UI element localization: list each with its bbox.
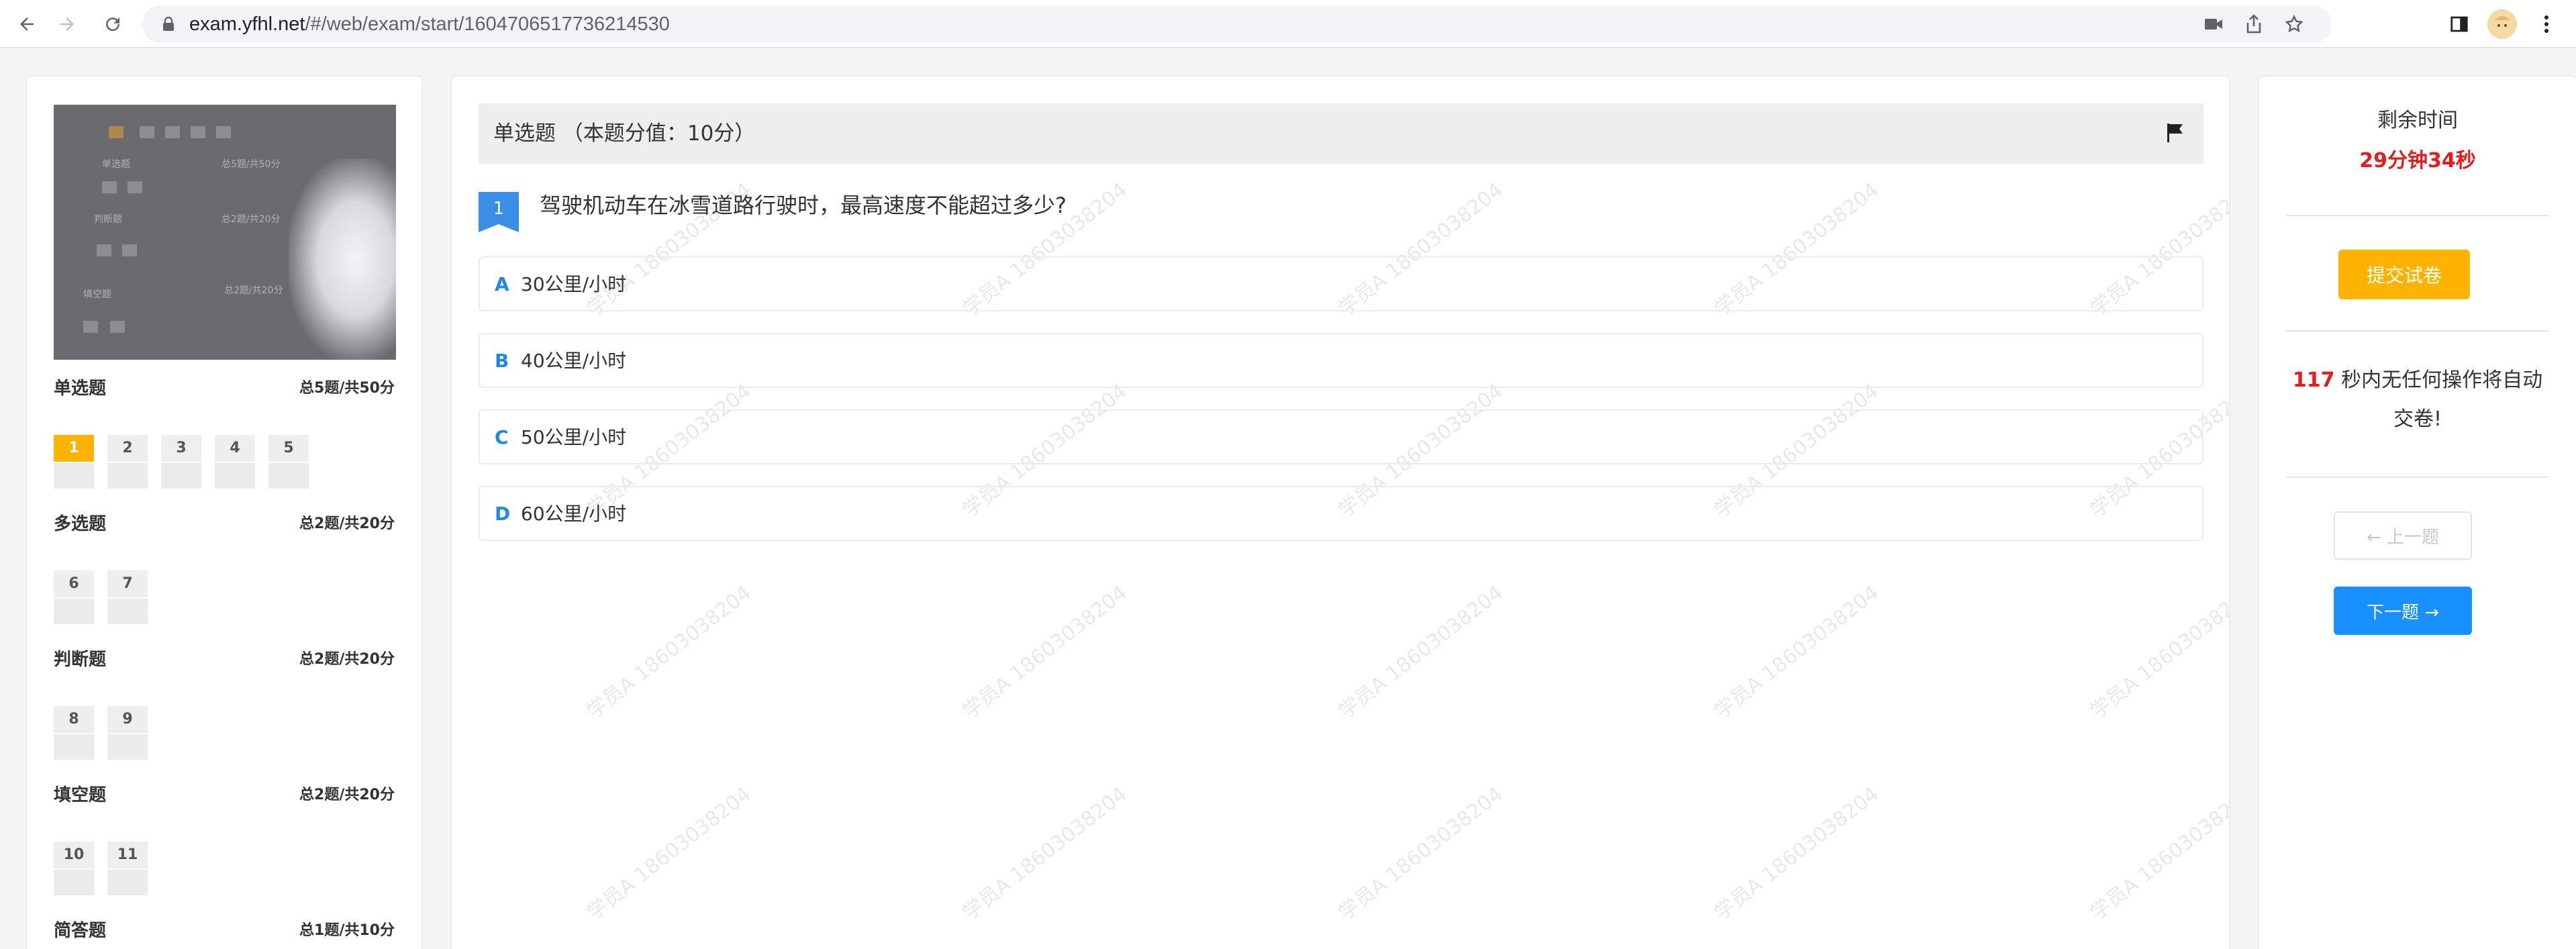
question-cell-7[interactable]: 7 <box>107 570 148 624</box>
profile-avatar[interactable] <box>2487 9 2517 39</box>
watermark-text: 学员A 18603038204 <box>958 581 1132 723</box>
address-bar[interactable]: exam.yfhl.net/#/web/exam/start/160470651… <box>142 5 2332 43</box>
answer-card-panel: 单选题 总5题/共50分 判断题 总2题/共20分 填空题 总2题/共20分 单… <box>26 75 423 949</box>
question-cell-11[interactable]: 11 <box>107 842 148 895</box>
question-number: 7 <box>122 575 133 592</box>
section-count: 总2题/共20分 <box>299 787 395 803</box>
question-cell-2[interactable]: 2 <box>107 435 148 489</box>
question-number: 5 <box>283 440 294 456</box>
webcam-preview: 单选题 总5题/共50分 判断题 总2题/共20分 填空题 总2题/共20分 <box>54 105 396 360</box>
option-a[interactable]: A 30公里/小时 <box>479 256 2203 311</box>
submit-exam-button[interactable]: 提交试卷 <box>2338 250 2470 299</box>
exam-control-panel: 剩余时间 29分钟34秒 提交试卷 117 秒内无任何操作将自动交卷! ← 上一… <box>2258 75 2576 949</box>
watermark-text: 学员A 18603038204 <box>1710 581 1883 723</box>
question-number: 11 <box>117 846 138 863</box>
watermark-text: 学员A 18603038204 <box>2085 581 2230 723</box>
remaining-time-value: 29分钟34秒 <box>2359 149 2476 172</box>
browser-toolbar: exam.yfhl.net/#/web/exam/start/160470651… <box>0 0 2576 48</box>
section-count: 总2题/共20分 <box>299 515 395 532</box>
option-text: 40公里/小时 <box>521 350 627 372</box>
question-panel: 学员A 18603038204 学员A 18603038204 学员A 186030… <box>450 75 2230 949</box>
option-text: 50公里/小时 <box>521 426 627 448</box>
question-number: 9 <box>122 711 133 728</box>
auto-submit-seconds: 117 <box>2292 368 2335 392</box>
option-letter: D <box>495 503 511 525</box>
divider <box>2286 215 2549 216</box>
section-title: 判断题 <box>54 650 107 670</box>
camera-icon[interactable] <box>2203 13 2224 35</box>
cam-blur-label: 总2题/共20分 <box>224 285 283 296</box>
option-letter: B <box>495 350 509 372</box>
option-text: 60公里/小时 <box>521 503 627 525</box>
question-number: 8 <box>68 711 79 728</box>
reload-icon[interactable] <box>97 8 129 40</box>
question-text: 驾驶机动车在冰雪道路行驶时，最高速度不能超过多少? <box>540 193 1067 218</box>
question-number: 6 <box>68 575 79 592</box>
option-d[interactable]: D 60公里/小时 <box>479 486 2203 541</box>
question-cell-8[interactable]: 8 <box>54 706 94 760</box>
watermark-text: 学员A 18603038204 <box>582 581 756 723</box>
section-count: 总1题/共10分 <box>299 922 395 939</box>
section-title: 多选题 <box>54 514 107 534</box>
question-number-badge: 1 <box>479 192 519 232</box>
cam-blur-label: 单选题 <box>102 159 130 170</box>
section-title: 填空题 <box>54 785 107 805</box>
question-cell-6[interactable]: 6 <box>54 570 94 624</box>
question-number: 10 <box>63 846 85 863</box>
watermark-text: 学员A 18603038204 <box>958 782 1132 925</box>
section-title: 简答题 <box>54 921 107 941</box>
question-number: 2 <box>122 440 133 456</box>
next-question-button[interactable]: 下一题 → <box>2334 587 2472 635</box>
question-header: 单选题 （本题分值：10分） <box>479 103 2203 164</box>
watermark-text: 学员A 18603038204 <box>1334 581 1507 723</box>
question-type-score: 单选题 （本题分值：10分） <box>493 121 756 146</box>
section-title: 单选题 <box>54 379 107 399</box>
watermark-text: 学员A 18603038204 <box>1334 782 1507 925</box>
option-letter: A <box>495 273 509 295</box>
question-cell-5[interactable]: 5 <box>268 435 309 489</box>
cam-blur-label: 总2题/共20分 <box>221 214 281 225</box>
option-b[interactable]: B 40公里/小时 <box>479 333 2203 388</box>
lock-icon[interactable] <box>161 16 176 35</box>
star-icon[interactable] <box>2283 13 2305 35</box>
remaining-time-label: 剩余时间 <box>2377 109 2458 132</box>
url-text: exam.yfhl.net/#/web/exam/start/160470651… <box>189 13 670 35</box>
cam-blur-label: 总5题/共50分 <box>221 159 281 170</box>
cam-blur-label: 填空题 <box>83 289 111 300</box>
divider <box>2286 477 2549 478</box>
share-icon[interactable] <box>2243 13 2265 35</box>
option-text: 30公里/小时 <box>521 273 627 295</box>
question-number: 1 <box>54 435 94 462</box>
watermark-text: 学员A 18603038204 <box>1710 782 1883 925</box>
auto-submit-warning: 117 秒内无任何操作将自动交卷! <box>2286 361 2549 439</box>
question-cell-1[interactable]: 1 <box>54 435 94 489</box>
auto-submit-text: 秒内无任何操作将自动交卷! <box>2334 368 2543 431</box>
watermark-text: 学员A 18603038204 <box>2085 782 2230 925</box>
question-cell-10[interactable]: 10 <box>54 842 94 895</box>
flag-icon[interactable] <box>2166 122 2185 146</box>
forward-icon[interactable] <box>51 8 83 40</box>
divider <box>2286 330 2549 332</box>
question-cell-9[interactable]: 9 <box>107 706 148 760</box>
cam-blur-label: 判断题 <box>94 214 122 225</box>
watermark-text: 学员A 18603038204 <box>582 782 756 925</box>
previous-question-button[interactable]: ← 上一题 <box>2334 511 2472 560</box>
more-menu-icon[interactable] <box>2532 9 2561 39</box>
option-c[interactable]: C 50公里/小时 <box>479 409 2203 464</box>
section-count: 总2题/共20分 <box>299 651 395 668</box>
section-count: 总5题/共50分 <box>299 380 395 397</box>
question-number: 4 <box>230 440 240 456</box>
option-letter: C <box>495 426 509 448</box>
back-icon[interactable] <box>11 8 43 40</box>
question-cell-3[interactable]: 3 <box>161 435 201 489</box>
side-panel-icon[interactable] <box>2444 9 2474 39</box>
question-number: 3 <box>176 440 187 456</box>
question-cell-4[interactable]: 4 <box>215 435 255 489</box>
